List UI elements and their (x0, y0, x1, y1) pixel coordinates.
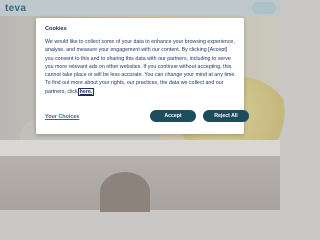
your-choices-link[interactable]: Your Choices (45, 114, 79, 120)
menu-button[interactable] (252, 2, 276, 14)
privacy-here-link[interactable]: here. (77, 87, 95, 97)
site-header: teva (0, 0, 280, 16)
cookie-dialog-title: Cookies (45, 26, 67, 32)
section-divider (0, 140, 280, 156)
reject-all-button[interactable]: Reject All (203, 110, 249, 122)
cookie-dialog-body: We would like to collect some of your da… (45, 39, 236, 95)
accept-button[interactable]: Accept (150, 110, 196, 122)
cookie-dialog-text: We would like to collect some of your da… (45, 38, 237, 97)
secondary-image-figure (100, 172, 150, 212)
teva-logo[interactable]: teva (5, 3, 26, 14)
cookie-consent-dialog: Cookies We would like to collect some of… (36, 18, 249, 134)
